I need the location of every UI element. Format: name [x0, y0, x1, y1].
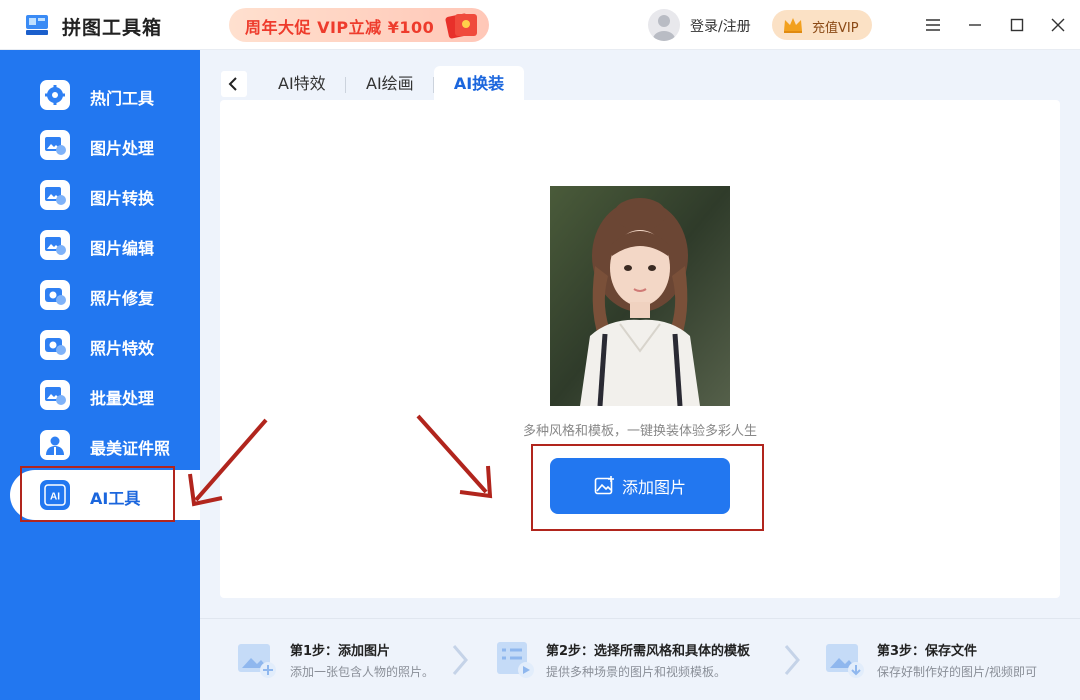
add-image-step-icon — [238, 644, 276, 678]
title-bar: 拼图工具箱 周年大促 VIP立减 ¥100 登录/注册 充值VIP — [0, 0, 1080, 50]
step-1-title: 第1步：添加图片 — [290, 644, 391, 659]
tab-divider — [345, 77, 346, 93]
tab-ai-effects[interactable]: AI特效 — [278, 66, 326, 102]
app-title: 拼图工具箱 — [62, 17, 163, 39]
sidebar-item-label: 图片转换 — [90, 189, 155, 208]
promo-banner[interactable]: 周年大促 VIP立减 ¥100 — [229, 8, 489, 42]
steps-bar — [200, 618, 1080, 700]
id-photo-icon — [40, 430, 70, 460]
image-edit-icon — [40, 230, 70, 260]
menu-icon[interactable] — [920, 12, 946, 38]
template-step-icon — [497, 642, 534, 678]
sidebar-item-label: 图片处理 — [90, 139, 155, 158]
camera-plus-icon — [40, 280, 70, 310]
chevron-right-icon — [784, 645, 800, 675]
gear-icon — [40, 80, 70, 110]
sidebar-item-image-convert[interactable]: 图片转换 — [0, 170, 200, 220]
chevron-left-icon — [228, 77, 237, 91]
sidebar-item-label: 照片特效 — [90, 339, 155, 358]
user-avatar-icon[interactable] — [648, 9, 680, 41]
camera-magic-icon — [40, 330, 70, 360]
sidebar-item-image-processing[interactable]: 图片处理 — [0, 120, 200, 170]
annotation-arrow-right — [416, 414, 493, 499]
red-envelope-icon — [445, 13, 477, 39]
minimize-icon[interactable] — [962, 12, 988, 38]
annotation-box-sidebar — [20, 466, 175, 522]
image-batch-icon — [40, 380, 70, 410]
toolbox-icon — [26, 15, 48, 35]
close-icon[interactable] — [1045, 12, 1071, 38]
recharge-vip-button[interactable]: 充值VIP — [772, 10, 872, 40]
sidebar-item-hot-tools[interactable]: 热门工具 — [0, 70, 200, 120]
back-button[interactable] — [221, 71, 247, 97]
feature-subtitle: 多种风格和模板，一键换装体验多彩人生 — [522, 424, 757, 439]
sample-portrait-image — [550, 186, 730, 406]
step-3-desc: 保存好制作好的图片/视频即可 — [877, 665, 1038, 679]
sidebar-item-photo-effects[interactable]: 照片特效 — [0, 320, 200, 370]
sidebar-item-label: 最美证件照 — [90, 439, 171, 458]
image-convert-icon — [40, 180, 70, 210]
sidebar-item-label: 照片修复 — [90, 289, 155, 308]
crown-icon — [784, 18, 802, 33]
maximize-icon[interactable] — [1004, 12, 1030, 38]
tab-ai-painting[interactable]: AI绘画 — [366, 66, 414, 102]
sidebar-item-label: 批量处理 — [90, 389, 155, 408]
login-link[interactable]: 登录/注册 — [690, 16, 751, 36]
sidebar-item-label: 图片编辑 — [90, 239, 155, 258]
step-2-title: 第2步：选择所需风格和具体的模板 — [546, 644, 751, 659]
sidebar: 热门工具 图片处理 图片转换 图片编辑 照片修复 照片特效 批量处理 最美证件照… — [0, 50, 200, 700]
annotation-arrow-left — [188, 418, 268, 507]
tab-ai-outfit-change[interactable]: AI换装 — [434, 66, 524, 102]
sidebar-item-id-photo[interactable]: 最美证件照 — [0, 420, 200, 470]
step-2-desc: 提供多种场景的图片和视频模板。 — [546, 665, 727, 679]
promo-text: 周年大促 VIP立减 ¥100 — [245, 18, 435, 37]
sidebar-item-image-edit[interactable]: 图片编辑 — [0, 220, 200, 270]
step-3-title: 第3步：保存文件 — [877, 644, 978, 659]
chevron-right-icon — [452, 645, 468, 675]
annotation-box-add-button — [531, 444, 764, 531]
sidebar-item-label: 热门工具 — [90, 89, 155, 108]
sidebar-item-batch-processing[interactable]: 批量处理 — [0, 370, 200, 420]
image-clock-icon — [40, 130, 70, 160]
vip-label: 充值VIP — [812, 21, 859, 36]
download-step-icon — [826, 644, 864, 678]
sidebar-item-photo-repair[interactable]: 照片修复 — [0, 270, 200, 320]
step-1-desc: 添加一张包含人物的照片。 — [290, 665, 435, 679]
